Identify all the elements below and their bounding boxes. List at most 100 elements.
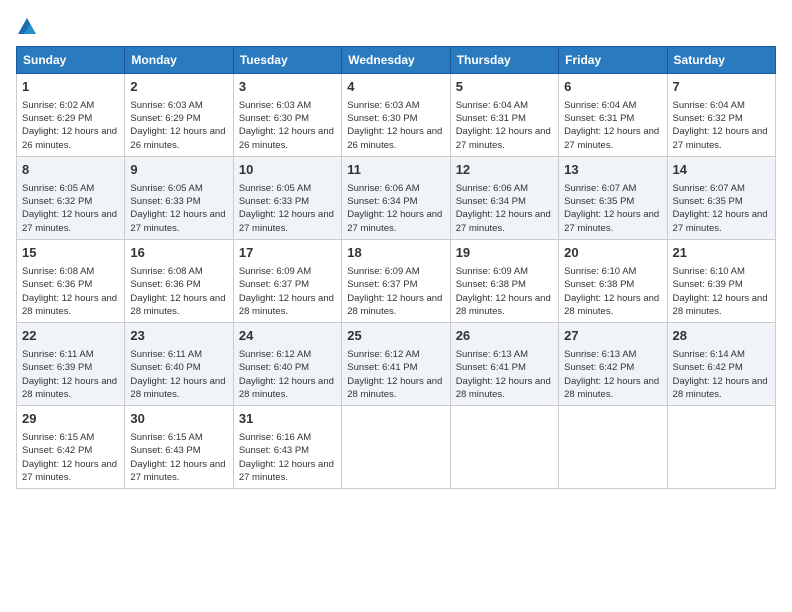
header-row: SundayMondayTuesdayWednesdayThursdayFrid… [17, 47, 776, 74]
day-info: Sunrise: 6:15 AMSunset: 6:43 PMDaylight:… [130, 431, 227, 484]
header-day-friday: Friday [559, 47, 667, 74]
day-number: 25 [347, 327, 444, 346]
calendar-cell: 15 Sunrise: 6:08 AMSunset: 6:36 PMDayligh… [17, 240, 125, 323]
day-number: 20 [564, 244, 661, 263]
day-info: Sunrise: 6:12 AMSunset: 6:40 PMDaylight:… [239, 348, 336, 401]
day-info: Sunrise: 6:10 AMSunset: 6:38 PMDaylight:… [564, 265, 661, 318]
day-number: 30 [130, 410, 227, 429]
day-number: 29 [22, 410, 119, 429]
calendar-cell: 31 Sunrise: 6:16 AMSunset: 6:43 PMDayligh… [233, 406, 341, 489]
calendar-cell: 30 Sunrise: 6:15 AMSunset: 6:43 PMDayligh… [125, 406, 233, 489]
calendar-cell: 3 Sunrise: 6:03 AMSunset: 6:30 PMDaylight… [233, 74, 341, 157]
day-number: 19 [456, 244, 553, 263]
calendar-cell: 12 Sunrise: 6:06 AMSunset: 6:34 PMDayligh… [450, 157, 558, 240]
day-info: Sunrise: 6:09 AMSunset: 6:38 PMDaylight:… [456, 265, 553, 318]
day-number: 8 [22, 161, 119, 180]
week-row-3: 15 Sunrise: 6:08 AMSunset: 6:36 PMDayligh… [17, 240, 776, 323]
day-number: 12 [456, 161, 553, 180]
logo-icon [16, 16, 38, 38]
calendar-cell [559, 406, 667, 489]
day-info: Sunrise: 6:03 AMSunset: 6:30 PMDaylight:… [239, 99, 336, 152]
calendar-cell: 6 Sunrise: 6:04 AMSunset: 6:31 PMDaylight… [559, 74, 667, 157]
day-number: 26 [456, 327, 553, 346]
day-info: Sunrise: 6:05 AMSunset: 6:32 PMDaylight:… [22, 182, 119, 235]
day-info: Sunrise: 6:10 AMSunset: 6:39 PMDaylight:… [673, 265, 770, 318]
calendar-cell: 25 Sunrise: 6:12 AMSunset: 6:41 PMDayligh… [342, 323, 450, 406]
day-number: 9 [130, 161, 227, 180]
day-number: 24 [239, 327, 336, 346]
day-info: Sunrise: 6:09 AMSunset: 6:37 PMDaylight:… [347, 265, 444, 318]
calendar-cell: 9 Sunrise: 6:05 AMSunset: 6:33 PMDaylight… [125, 157, 233, 240]
day-info: Sunrise: 6:13 AMSunset: 6:41 PMDaylight:… [456, 348, 553, 401]
calendar-cell [450, 406, 558, 489]
day-number: 7 [673, 78, 770, 97]
day-info: Sunrise: 6:06 AMSunset: 6:34 PMDaylight:… [456, 182, 553, 235]
calendar-cell: 2Sunrise: 6:03 AMSunset: 6:29 PMDaylight… [125, 74, 233, 157]
calendar-cell: 29 Sunrise: 6:15 AMSunset: 6:42 PMDayligh… [17, 406, 125, 489]
day-number: 6 [564, 78, 661, 97]
header-day-thursday: Thursday [450, 47, 558, 74]
calendar-cell: 10 Sunrise: 6:05 AMSunset: 6:33 PMDayligh… [233, 157, 341, 240]
calendar-cell: 7 Sunrise: 6:04 AMSunset: 6:32 PMDaylight… [667, 74, 775, 157]
day-number: 2 [130, 78, 227, 97]
day-info: Sunrise: 6:13 AMSunset: 6:42 PMDaylight:… [564, 348, 661, 401]
calendar-cell: 14 Sunrise: 6:07 AMSunset: 6:35 PMDayligh… [667, 157, 775, 240]
week-row-1: 1 Sunrise: 6:02 AMSunset: 6:29 PMDaylight… [17, 74, 776, 157]
calendar-cell: 1 Sunrise: 6:02 AMSunset: 6:29 PMDaylight… [17, 74, 125, 157]
day-info: Sunrise: 6:12 AMSunset: 6:41 PMDaylight:… [347, 348, 444, 401]
calendar-cell: 20 Sunrise: 6:10 AMSunset: 6:38 PMDayligh… [559, 240, 667, 323]
day-info: Sunrise: 6:05 AMSunset: 6:33 PMDaylight:… [130, 182, 227, 235]
calendar-cell: 16 Sunrise: 6:08 AMSunset: 6:36 PMDayligh… [125, 240, 233, 323]
logo [16, 16, 42, 38]
day-number: 5 [456, 78, 553, 97]
calendar-table: SundayMondayTuesdayWednesdayThursdayFrid… [16, 46, 776, 489]
calendar-cell: 24 Sunrise: 6:12 AMSunset: 6:40 PMDayligh… [233, 323, 341, 406]
day-number: 31 [239, 410, 336, 429]
header [16, 16, 776, 38]
day-info: Sunrise: 6:09 AMSunset: 6:37 PMDaylight:… [239, 265, 336, 318]
day-number: 17 [239, 244, 336, 263]
header-day-saturday: Saturday [667, 47, 775, 74]
day-number: 22 [22, 327, 119, 346]
day-number: 23 [130, 327, 227, 346]
day-number: 16 [130, 244, 227, 263]
day-info: Sunrise: 6:15 AMSunset: 6:42 PMDaylight:… [22, 431, 119, 484]
header-day-sunday: Sunday [17, 47, 125, 74]
calendar-cell: 18Sunrise: 6:09 AMSunset: 6:37 PMDayligh… [342, 240, 450, 323]
day-number: 14 [673, 161, 770, 180]
day-number: 15 [22, 244, 119, 263]
day-number: 11 [347, 161, 444, 180]
calendar-cell: 23 Sunrise: 6:11 AMSunset: 6:40 PMDayligh… [125, 323, 233, 406]
calendar-cell: 22Sunrise: 6:11 AMSunset: 6:39 PMDayligh… [17, 323, 125, 406]
day-info: Sunrise: 6:16 AMSunset: 6:43 PMDaylight:… [239, 431, 336, 484]
day-info: Sunrise: 6:04 AMSunset: 6:32 PMDaylight:… [673, 99, 770, 152]
day-info: Sunrise: 6:14 AMSunset: 6:42 PMDaylight:… [673, 348, 770, 401]
calendar-cell: 28 Sunrise: 6:14 AMSunset: 6:42 PMDayligh… [667, 323, 775, 406]
day-info: Sunrise: 6:02 AMSunset: 6:29 PMDaylight:… [22, 99, 119, 152]
day-info: Sunrise: 6:04 AMSunset: 6:31 PMDaylight:… [564, 99, 661, 152]
calendar-cell: 17 Sunrise: 6:09 AMSunset: 6:37 PMDayligh… [233, 240, 341, 323]
calendar-cell: 8 Sunrise: 6:05 AMSunset: 6:32 PMDaylight… [17, 157, 125, 240]
header-day-wednesday: Wednesday [342, 47, 450, 74]
day-info: Sunrise: 6:11 AMSunset: 6:40 PMDaylight:… [130, 348, 227, 401]
calendar-cell: 19 Sunrise: 6:09 AMSunset: 6:38 PMDayligh… [450, 240, 558, 323]
day-info: Sunrise: 6:03 AMSunset: 6:30 PMDaylight:… [347, 99, 444, 152]
day-info: Sunrise: 6:07 AMSunset: 6:35 PMDaylight:… [673, 182, 770, 235]
day-number: 3 [239, 78, 336, 97]
day-number: 28 [673, 327, 770, 346]
day-number: 1 [22, 78, 119, 97]
day-number: 10 [239, 161, 336, 180]
header-day-monday: Monday [125, 47, 233, 74]
day-info: Sunrise: 6:05 AMSunset: 6:33 PMDaylight:… [239, 182, 336, 235]
day-info: Sunrise: 6:08 AMSunset: 6:36 PMDaylight:… [22, 265, 119, 318]
week-row-2: 8 Sunrise: 6:05 AMSunset: 6:32 PMDaylight… [17, 157, 776, 240]
calendar-cell: 27Sunrise: 6:13 AMSunset: 6:42 PMDayligh… [559, 323, 667, 406]
calendar-cell: 11Sunrise: 6:06 AMSunset: 6:34 PMDayligh… [342, 157, 450, 240]
day-number: 13 [564, 161, 661, 180]
calendar-cell: 21Sunrise: 6:10 AMSunset: 6:39 PMDayligh… [667, 240, 775, 323]
calendar-cell: 4Sunrise: 6:03 AMSunset: 6:30 PMDaylight… [342, 74, 450, 157]
day-info: Sunrise: 6:08 AMSunset: 6:36 PMDaylight:… [130, 265, 227, 318]
calendar-cell: 26 Sunrise: 6:13 AMSunset: 6:41 PMDayligh… [450, 323, 558, 406]
day-info: Sunrise: 6:04 AMSunset: 6:31 PMDaylight:… [456, 99, 553, 152]
calendar-cell [667, 406, 775, 489]
